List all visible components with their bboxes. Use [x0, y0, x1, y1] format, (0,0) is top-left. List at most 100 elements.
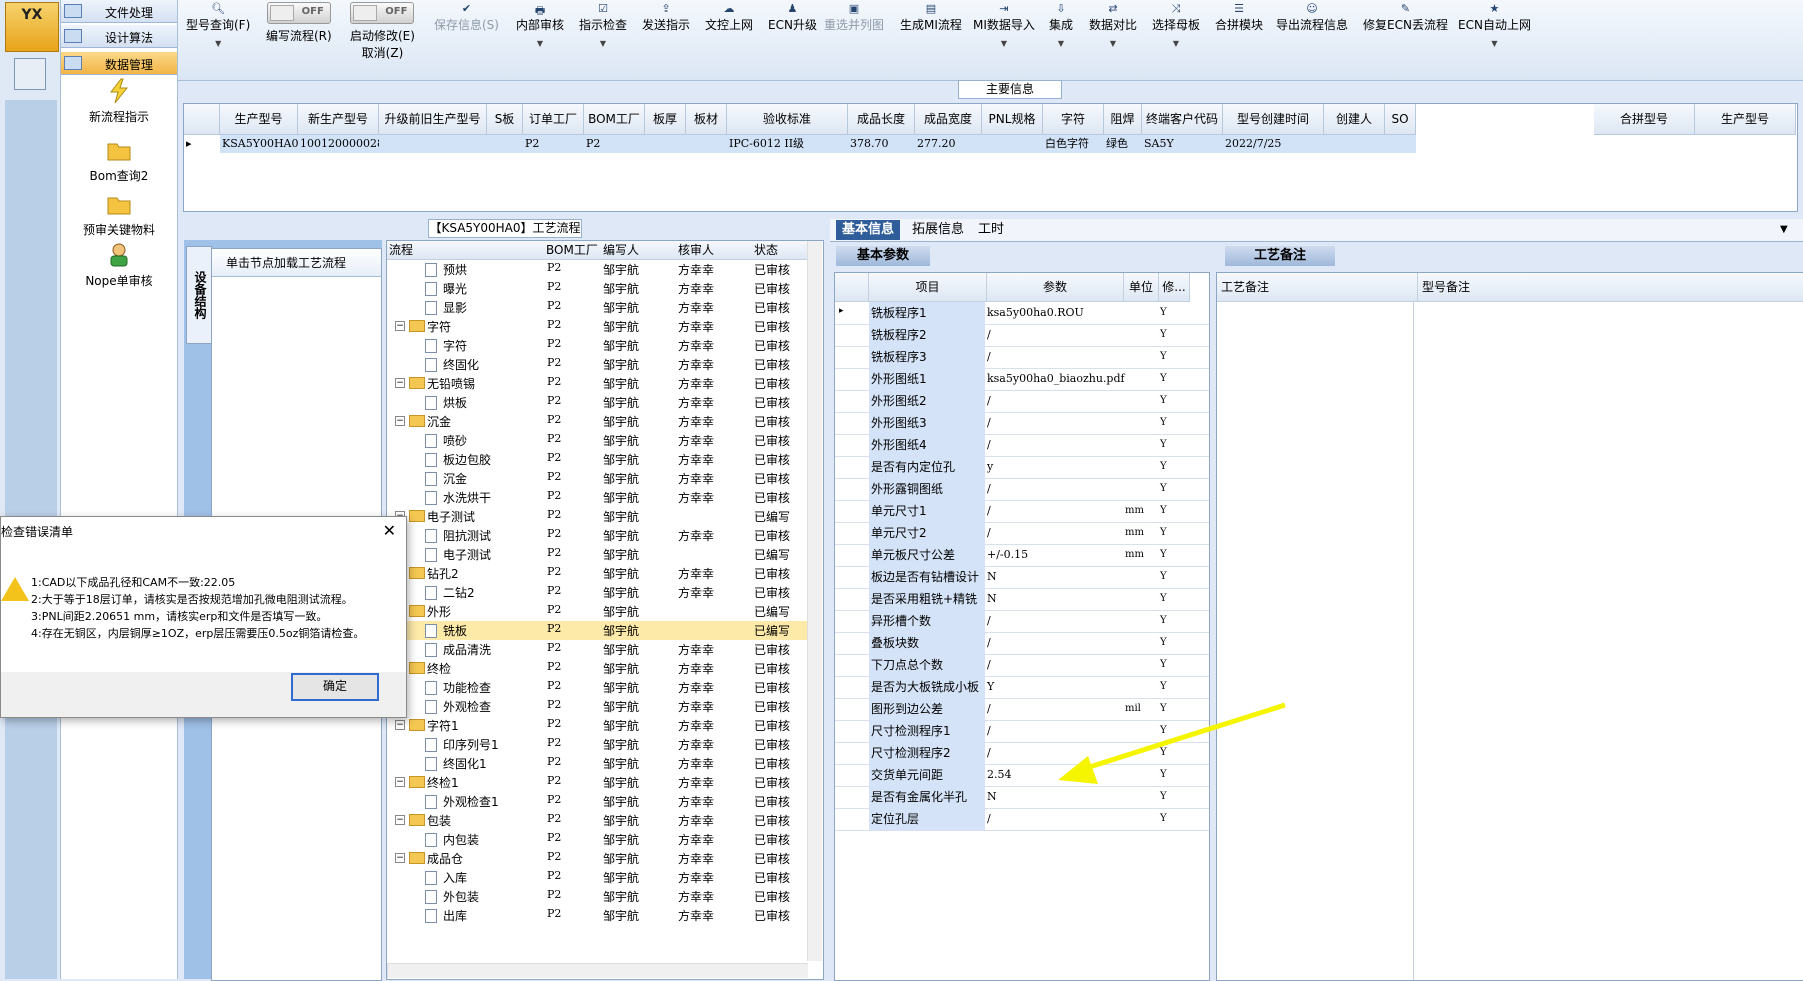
nav-item-nope-review[interactable]: Nope单审核: [61, 242, 177, 289]
nav-item-new-flow[interactable]: 新流程指示: [61, 78, 177, 125]
param-value[interactable]: /: [987, 412, 991, 434]
close-icon[interactable]: ✕: [383, 521, 396, 540]
main-cell[interactable]: 绿色: [1104, 135, 1142, 153]
data-compare-button[interactable]: ⇄ 数据对比 ▼: [1089, 2, 1137, 48]
app-logo[interactable]: YX: [5, 2, 59, 52]
param-row[interactable]: 是否为大板铣成小板 Y Y: [835, 676, 1209, 699]
send-instruction-button[interactable]: ⇪ 发送指示: [642, 2, 690, 33]
tree-row[interactable]: 板边包胶 P2 邹宇航 方幸幸 已审核: [387, 450, 807, 469]
main-col-header[interactable]: SO: [1385, 104, 1416, 135]
main-col-header[interactable]: S板: [487, 104, 523, 135]
param-value[interactable]: /: [987, 610, 991, 632]
nav-tab-file[interactable]: 文件处理: [61, 0, 177, 23]
panel-menu-arrow-icon[interactable]: ▼: [1774, 220, 1794, 240]
param-modify-flag[interactable]: Y: [1160, 302, 1167, 324]
tree-row[interactable]: 烘板 P2 邹宇航 方幸幸 已审核: [387, 393, 807, 412]
tree-row[interactable]: 显影 P2 邹宇航 方幸幸 已审核: [387, 298, 807, 317]
param-value[interactable]: /: [987, 324, 991, 346]
tree-row[interactable]: 阻抗测试 P2 邹宇航 方幸幸 已审核: [387, 526, 807, 545]
integrate-button[interactable]: ⇩ 集成 ▼: [1049, 2, 1073, 48]
param-row[interactable]: 铣板程序2/ Y: [835, 324, 1209, 347]
nav-item-prereview[interactable]: 预审关键物料: [61, 191, 177, 238]
param-modify-flag[interactable]: Y: [1160, 632, 1167, 654]
tab-work-hours[interactable]: 工时: [972, 220, 1010, 240]
tree-row[interactable]: −钻孔2P2邹宇航方幸幸已审核: [387, 564, 807, 583]
mi-import-button[interactable]: ⇥ MI数据导入 ▼: [973, 2, 1035, 48]
fix-ecn-flow-button[interactable]: ✎ 修复ECN丢流程: [1363, 2, 1448, 33]
tree-row[interactable]: 成品清洗 P2 邹宇航 方幸幸 已审核: [387, 640, 807, 659]
tree-row[interactable]: 外包装 P2 邹宇航 方幸幸 已审核: [387, 887, 807, 906]
param-value[interactable]: /: [987, 654, 991, 676]
param-value[interactable]: /: [987, 346, 991, 368]
tree-row[interactable]: −终检P2邹宇航方幸幸已审核: [387, 659, 807, 678]
param-value[interactable]: /: [987, 808, 991, 830]
param-modify-flag[interactable]: Y: [1160, 346, 1167, 368]
tree-row[interactable]: − 沉金 P2 邹宇航 方幸幸 已审核: [387, 412, 807, 431]
main-col-header[interactable]: 板厚: [645, 104, 686, 135]
param-row[interactable]: 外形图纸2/ Y: [835, 390, 1209, 413]
collapse-toggle-icon[interactable]: −: [395, 815, 405, 825]
cancel-label[interactable]: 取消(Z): [362, 46, 404, 60]
ecn-auto-online-button[interactable]: ★ ECN自动上网 ▼: [1458, 2, 1531, 48]
tree-row[interactable]: 外观检查 P2 邹宇航 方幸幸 已审核: [387, 697, 807, 716]
tree-row[interactable]: 铣板 P2 邹宇航 已编写: [387, 621, 807, 640]
main-cell[interactable]: [1324, 135, 1385, 153]
tree-row[interactable]: 二钻2 P2 邹宇航 方幸幸 已审核: [387, 583, 807, 602]
param-modify-flag[interactable]: Y: [1160, 522, 1167, 544]
start-modify-toggle[interactable]: OFF 启动修改(E) 取消(Z): [350, 2, 415, 61]
main-col-header[interactable]: 型号创建时间: [1223, 104, 1324, 135]
param-row[interactable]: 是否有内定位孔 y Y: [835, 456, 1209, 479]
main-cell[interactable]: 白色字符: [1043, 135, 1104, 153]
tree-row[interactable]: 曝光 P2 邹宇航 方幸幸 已审核: [387, 279, 807, 298]
collapse-toggle-icon[interactable]: −: [395, 321, 405, 331]
param-modify-flag[interactable]: Y: [1160, 808, 1167, 830]
main-col-header[interactable]: 验收标准: [727, 104, 848, 135]
param-modify-flag[interactable]: Y: [1160, 390, 1167, 412]
param-modify-flag[interactable]: Y: [1160, 588, 1167, 610]
param-row[interactable]: 铣板程序3/ Y: [835, 346, 1209, 369]
tree-row[interactable]: −电子测试P2邹宇航已编写: [387, 507, 807, 526]
param-value[interactable]: 2.54: [987, 764, 1012, 786]
collapse-toggle-icon[interactable]: −: [395, 416, 405, 426]
nav-item-bom-query[interactable]: Bom查询2: [61, 137, 177, 184]
param-modify-flag[interactable]: Y: [1160, 610, 1167, 632]
tree-row[interactable]: 终固化 P2 邹宇航 方幸幸 已审核: [387, 355, 807, 374]
param-row[interactable]: 单元板尺寸公差 +/-0.15 mm Y: [835, 544, 1209, 567]
main-col-header[interactable]: 字符: [1043, 104, 1104, 135]
main-col-header[interactable]: 新生产型号: [298, 104, 379, 135]
ecn-upgrade-button[interactable]: ♟ ECN升级: [768, 2, 817, 33]
param-row[interactable]: 外形图纸3/ Y: [835, 412, 1209, 435]
param-value[interactable]: /: [987, 434, 991, 456]
param-value[interactable]: N: [987, 786, 997, 808]
param-value[interactable]: N: [987, 566, 997, 588]
internal-review-button[interactable]: 🖶 内部审核 ▼: [516, 2, 564, 48]
param-modify-flag[interactable]: Y: [1160, 412, 1167, 434]
tree-horizontal-scrollbar[interactable]: [387, 963, 808, 978]
param-row[interactable]: 外形图纸1 ksa5y00ha0_biaozhu.pdf Y: [835, 368, 1209, 391]
nav-tab-data[interactable]: 数据管理: [61, 52, 177, 75]
param-row[interactable]: 是否采用粗铣+精铣 N Y: [835, 588, 1209, 611]
main-col-header[interactable]: 订单工厂: [523, 104, 584, 135]
save-info-button[interactable]: ✔ 保存信息(S): [434, 2, 499, 33]
main-col-header[interactable]: 创建人: [1324, 104, 1385, 135]
main-cell[interactable]: 2022/7/25: [1223, 135, 1324, 153]
param-row[interactable]: 外形露铜图纸 / Y: [835, 478, 1209, 501]
main-cell[interactable]: [379, 135, 487, 153]
tree-row[interactable]: − 包装 P2 邹宇航 方幸幸 已审核: [387, 811, 807, 830]
doc-online-button[interactable]: ☁ 文控上网: [705, 2, 753, 33]
collapse-toggle-icon[interactable]: −: [395, 853, 405, 863]
tree-row[interactable]: 喷砂 P2 邹宇航 方幸幸 已审核: [387, 431, 807, 450]
tab-basic-info[interactable]: 基本信息: [836, 220, 901, 240]
param-value[interactable]: /: [987, 522, 991, 544]
param-modify-flag[interactable]: Y: [1160, 544, 1167, 566]
param-row[interactable]: 外形图纸4/ Y: [835, 434, 1209, 457]
param-modify-flag[interactable]: Y: [1160, 368, 1167, 390]
tree-row[interactable]: 水洗烘干 P2 邹宇航 方幸幸 已审核: [387, 488, 807, 507]
tree-row[interactable]: 沉金 P2 邹宇航 方幸幸 已审核: [387, 469, 807, 488]
tree-row[interactable]: 外观检查1 P2 邹宇航 方幸幸 已审核: [387, 792, 807, 811]
main-cell[interactable]: KSA5Y00HA0: [220, 135, 299, 153]
param-modify-flag[interactable]: Y: [1160, 456, 1167, 478]
param-value[interactable]: y: [987, 456, 993, 478]
tree-row[interactable]: − 成品仓 P2 邹宇航 方幸幸 已审核: [387, 849, 807, 868]
param-row[interactable]: 异形槽个数 / Y: [835, 610, 1209, 633]
